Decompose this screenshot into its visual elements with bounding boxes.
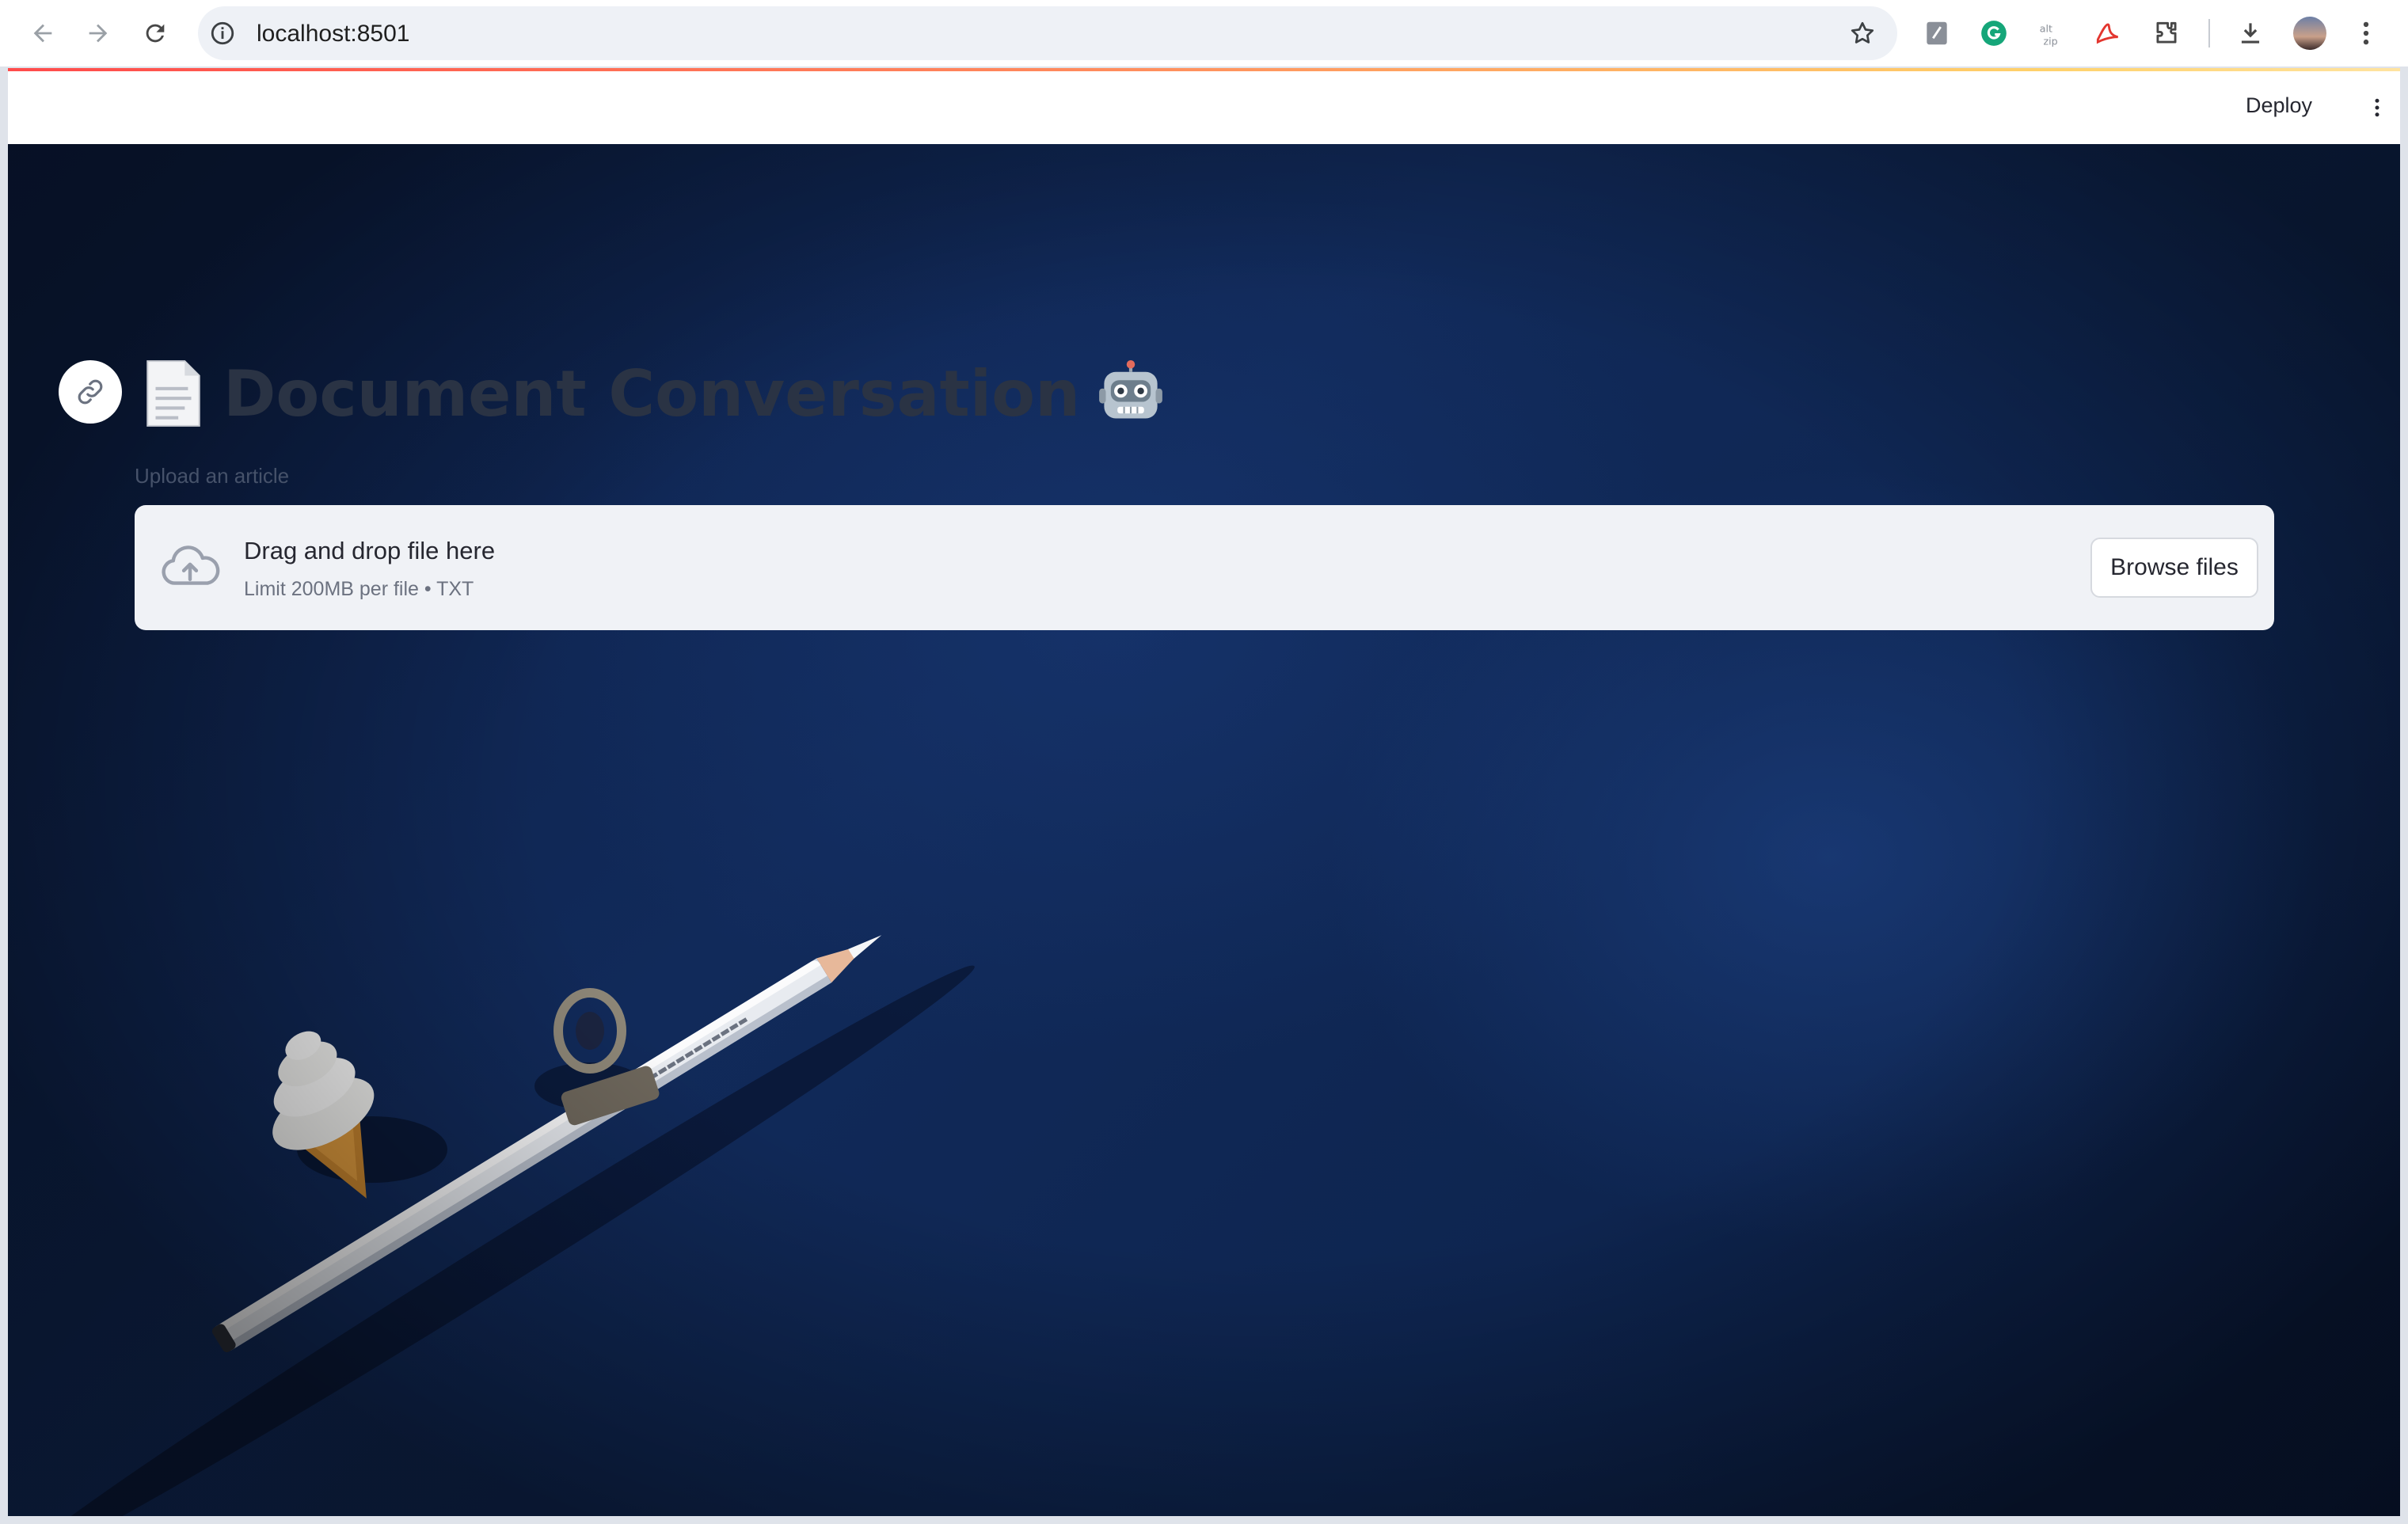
site-info-icon[interactable] [209, 20, 236, 47]
svg-text:alt: alt [2040, 22, 2052, 34]
browser-toolbar: localhost:8501 alt zip [0, 0, 2408, 67]
cloud-upload-icon [162, 545, 220, 585]
dropzone-title: Drag and drop file here [244, 537, 496, 564]
kebab-menu-icon [2375, 98, 2379, 117]
page-emoji-icon [141, 358, 206, 429]
arrow-left-icon [33, 24, 52, 43]
uploader-label: Upload an article [135, 464, 290, 488]
reload-icon [146, 24, 165, 43]
profile-avatar[interactable] [2293, 17, 2326, 50]
notes-icon[interactable] [1921, 17, 1953, 49]
main-content: ▬▬▬▬▬▬▬▬▬▬▬ [8, 144, 2400, 1516]
page-title: Document Conversation [141, 350, 1164, 437]
arrow-right-icon [89, 24, 108, 43]
deploy-button[interactable]: Deploy [2246, 93, 2312, 118]
browse-files-button[interactable]: Browse files [2090, 538, 2258, 598]
bookmark-star-icon[interactable] [1848, 19, 1877, 48]
link-icon [78, 379, 103, 405]
acrobat-icon[interactable] [2092, 17, 2124, 49]
browser-menu-icon[interactable] [2350, 17, 2382, 49]
app-frame: Deploy ▬▬▬▬▬▬▬▬▬▬▬ [8, 71, 2400, 1516]
robot-emoji-icon [1097, 360, 1164, 427]
app-menu-button[interactable] [2361, 92, 2393, 124]
address-bar[interactable]: localhost:8501 [198, 6, 1897, 60]
url-text[interactable]: localhost:8501 [257, 21, 409, 48]
back-button[interactable] [24, 14, 62, 52]
svg-text:zip: zip [2044, 35, 2058, 47]
title-anchor-link[interactable] [59, 360, 122, 424]
download-icon[interactable] [2235, 17, 2266, 49]
dropzone-limit-text: Limit 200MB per file • TXT [244, 578, 474, 600]
app-header: Deploy [8, 71, 2400, 144]
grammarly-icon[interactable] [1978, 17, 2010, 49]
zip-icon[interactable]: alt zip [2035, 17, 2067, 49]
puzzle-extensions-icon[interactable] [2151, 17, 2182, 49]
forward-button[interactable] [79, 14, 117, 52]
page-title-text: Document Conversation [223, 356, 1081, 431]
toolbar-divider [2208, 19, 2210, 48]
file-dropzone[interactable]: Drag and drop file here Limit 200MB per … [135, 505, 2274, 630]
reload-button[interactable] [136, 14, 174, 52]
